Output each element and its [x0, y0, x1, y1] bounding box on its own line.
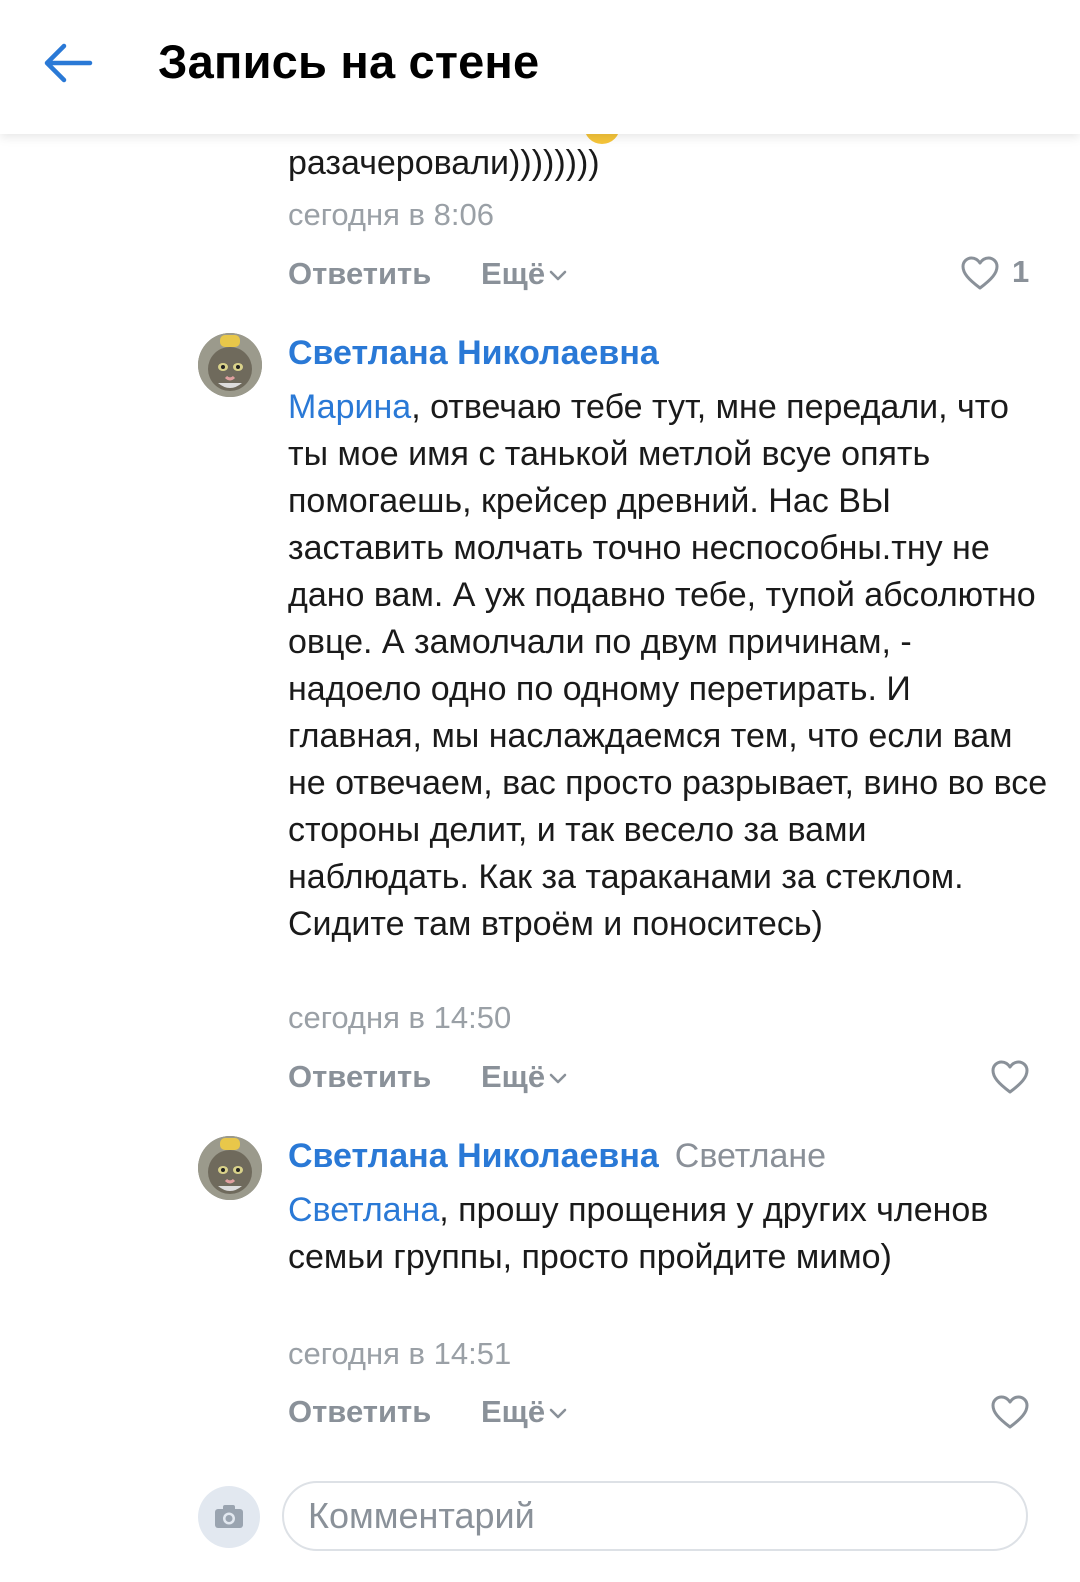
- like-button[interactable]: [990, 1394, 1030, 1435]
- more-label: Ещё: [481, 1059, 546, 1094]
- more-label: Ещё: [481, 256, 546, 291]
- comment-time: сегодня в 14:51: [288, 1336, 512, 1371]
- page-title: Запись на стене: [158, 35, 540, 88]
- reply-button[interactable]: Ответить: [288, 1394, 431, 1430]
- mention-link[interactable]: Светлана: [288, 1191, 439, 1229]
- comment-text: Марина, отвечаю тебе тут, мне передали, …: [288, 384, 1048, 948]
- comment-text: разачеровали)))))))): [288, 140, 1048, 187]
- camera-icon: [215, 1505, 243, 1528]
- comment-body: , отвечаю тебе тут, мне передали, что ты…: [288, 388, 1048, 943]
- back-button[interactable]: [40, 38, 96, 88]
- like-count: 1: [1012, 254, 1030, 289]
- avatar[interactable]: [198, 333, 262, 397]
- reply-to-label[interactable]: Светлане: [675, 1137, 826, 1175]
- comment-author: Светлана Николаевна Светлане: [288, 1137, 826, 1176]
- avatar[interactable]: [198, 1136, 262, 1200]
- heart-icon: [961, 256, 999, 290]
- chevron-down-icon: [549, 1073, 567, 1084]
- like-button[interactable]: [990, 1059, 1030, 1100]
- more-button[interactable]: Ещё: [481, 256, 567, 292]
- cat-avatar-image: [198, 1136, 262, 1200]
- like-button[interactable]: [960, 255, 1000, 296]
- more-button[interactable]: Ещё: [481, 1394, 567, 1430]
- top-bar: Запись на стене: [0, 0, 1080, 134]
- comment-time: сегодня в 8:06: [288, 197, 494, 232]
- comment-text: Светлана, прошу прощения у других членов…: [288, 1187, 1048, 1281]
- cat-avatar-image: [198, 333, 262, 397]
- attach-photo-button[interactable]: [198, 1486, 260, 1548]
- back-arrow-icon: [44, 43, 93, 83]
- comments-feed: разачеровали)))))))) сегодня в 8:06 Отве…: [0, 0, 1080, 1582]
- comment-author[interactable]: Светлана Николаевна: [288, 334, 659, 373]
- comment-time: сегодня в 14:50: [288, 1000, 512, 1035]
- author-name[interactable]: Светлана Николаевна: [288, 1137, 659, 1175]
- heart-icon: [991, 1060, 1029, 1094]
- heart-icon: [991, 1395, 1029, 1429]
- reply-button[interactable]: Ответить: [288, 1059, 431, 1095]
- reply-button[interactable]: Ответить: [288, 256, 431, 292]
- more-label: Ещё: [481, 1394, 546, 1429]
- more-button[interactable]: Ещё: [481, 1059, 567, 1095]
- chevron-down-icon: [549, 1408, 567, 1419]
- chevron-down-icon: [549, 270, 567, 281]
- comment-text-tail: разачеровали)))))))): [288, 144, 600, 182]
- comment-input[interactable]: [282, 1481, 1028, 1551]
- mention-link[interactable]: Марина: [288, 388, 411, 426]
